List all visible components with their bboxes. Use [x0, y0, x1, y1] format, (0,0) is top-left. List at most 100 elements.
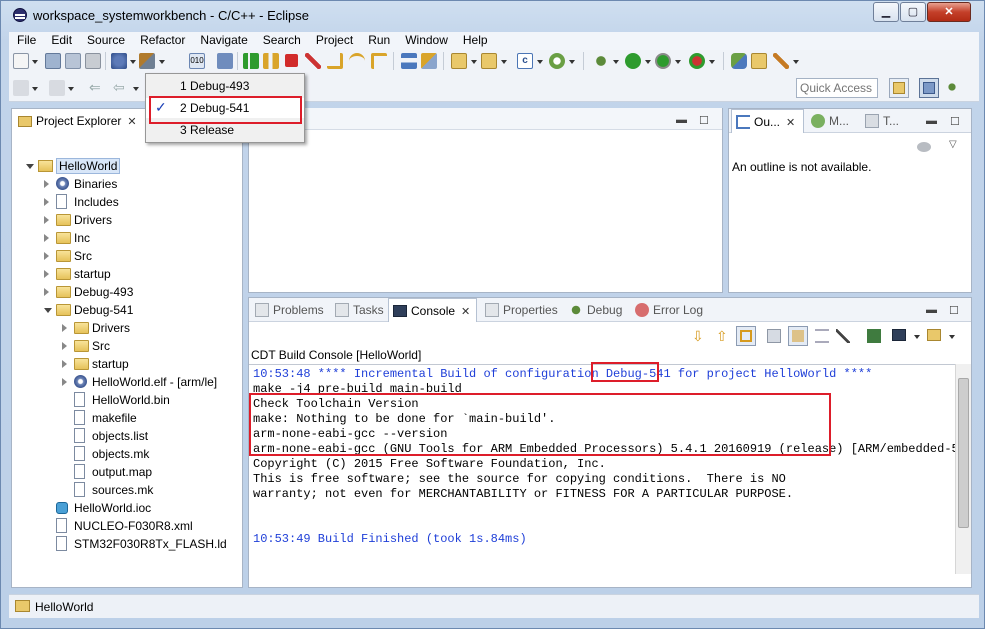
tree-item[interactable]: HelloWorld	[12, 157, 242, 175]
outline-minimize-icon[interactable]: ▬	[926, 115, 937, 127]
outline-maximize-icon[interactable]: ☐	[950, 115, 960, 128]
tree-item[interactable]: Debug-493	[12, 283, 242, 301]
tab-problems[interactable]: Problems	[251, 298, 330, 322]
back-icon[interactable]: ⇦	[113, 80, 129, 96]
tree-item[interactable]: Drivers	[12, 211, 242, 229]
tree-item[interactable]: sources.mk	[12, 481, 242, 499]
tree-item[interactable]: startup	[12, 355, 242, 373]
search-dropdown-icon[interactable]	[793, 60, 799, 64]
editor-maximize-icon[interactable]: ☐	[699, 114, 709, 127]
previous-annotation-dropdown-icon[interactable]	[68, 87, 74, 91]
tab-task-list[interactable]: T...	[861, 109, 905, 133]
new-file-dropdown-icon[interactable]	[569, 60, 575, 64]
expand-arrow-icon[interactable]	[44, 288, 49, 296]
tab-properties[interactable]: Properties	[481, 298, 564, 322]
minimize-button[interactable]: ▁	[873, 2, 899, 22]
back-dropdown-icon[interactable]	[133, 87, 139, 91]
close-tab-icon[interactable]: ✕	[461, 306, 470, 318]
terminate-icon[interactable]	[285, 54, 298, 67]
outline-tool-icon[interactable]	[917, 142, 931, 152]
tree-item[interactable]: Src	[12, 247, 242, 265]
tree-item[interactable]: HelloWorld.elf - [arm/le]	[12, 373, 242, 391]
new-icon[interactable]	[13, 53, 29, 69]
tree-item[interactable]: output.map	[12, 463, 242, 481]
tree-item[interactable]: Includes	[12, 193, 242, 211]
expand-arrow-icon[interactable]	[44, 198, 49, 206]
word-wrap-button[interactable]	[788, 326, 808, 346]
step-into-icon[interactable]	[327, 53, 343, 69]
step-return-icon[interactable]	[371, 53, 387, 69]
previous-annotation-icon[interactable]	[49, 80, 65, 96]
close-tab-icon[interactable]: ✕	[127, 116, 136, 128]
save-icon[interactable]	[45, 53, 61, 69]
new-source-folder-dropdown-icon[interactable]	[501, 60, 507, 64]
new-cproject-dropdown-icon[interactable]	[471, 60, 477, 64]
menu-item-debug-493[interactable]: 1 Debug-493	[146, 76, 304, 96]
expand-arrow-icon[interactable]	[62, 378, 67, 386]
next-annotation-icon[interactable]	[13, 80, 29, 96]
print-icon[interactable]	[85, 53, 101, 69]
tab-project-explorer[interactable]: Project Explorer ✕	[14, 109, 143, 133]
open-console-dropdown-icon[interactable]	[949, 335, 955, 339]
new-file-icon[interactable]	[549, 53, 565, 69]
expand-arrow-icon[interactable]	[62, 324, 67, 332]
view-menu-icon[interactable]: ▽	[949, 139, 957, 150]
tree-item[interactable]: objects.mk	[12, 445, 242, 463]
open-perspective-button[interactable]	[889, 78, 909, 98]
external-tools-icon[interactable]	[689, 53, 705, 69]
new-source-folder-icon[interactable]	[481, 53, 497, 69]
instruction-stepping-icon[interactable]	[401, 53, 417, 69]
suspend-icon[interactable]	[263, 53, 279, 69]
tree-item[interactable]: Debug-541	[12, 301, 242, 319]
debug-bug-icon[interactable]	[593, 53, 609, 69]
collapse-arrow-icon[interactable]	[44, 308, 52, 313]
build-hammer-icon[interactable]	[139, 53, 155, 69]
build-settings-icon[interactable]	[111, 53, 127, 69]
run-configurations-icon[interactable]	[655, 53, 671, 69]
display-console-icon[interactable]	[892, 329, 906, 341]
use-step-filters-icon[interactable]	[421, 53, 437, 69]
open-type-icon[interactable]	[731, 53, 747, 69]
new-cproject-icon[interactable]	[451, 53, 467, 69]
save-all-icon[interactable]	[65, 53, 81, 69]
open-console-new-icon[interactable]	[867, 329, 881, 343]
tree-item[interactable]: HelloWorld.ioc	[12, 499, 242, 517]
console-vertical-scrollbar[interactable]	[955, 364, 971, 574]
menu-refactor[interactable]: Refactor	[132, 32, 192, 47]
collapse-arrow-icon[interactable]	[26, 164, 34, 169]
close-button[interactable]: ✕	[927, 2, 971, 22]
build-settings-dropdown-icon[interactable]	[130, 60, 136, 64]
tree-item[interactable]: objects.list	[12, 427, 242, 445]
menu-search[interactable]: Search	[255, 32, 308, 47]
last-edit-location-icon[interactable]: ⇐	[89, 80, 105, 96]
menu-run[interactable]: Run	[360, 32, 397, 47]
expand-arrow-icon[interactable]	[44, 270, 49, 278]
next-annotation-dropdown-icon[interactable]	[32, 87, 38, 91]
clear-console-icon[interactable]	[815, 329, 829, 343]
menu-source[interactable]: Source	[79, 32, 132, 47]
console-maximize-icon[interactable]: ☐	[949, 304, 959, 317]
tab-make-targets[interactable]: M...	[807, 109, 855, 133]
menu-help[interactable]: Help	[455, 32, 495, 47]
expand-arrow-icon[interactable]	[62, 342, 67, 350]
remove-launch-icon[interactable]	[836, 329, 850, 343]
binary-icon[interactable]: 010	[189, 53, 205, 69]
scroll-up-icon[interactable]: ⇧	[716, 328, 728, 345]
maximize-button[interactable]: ▢	[900, 2, 926, 22]
scroll-thumb[interactable]	[958, 378, 969, 528]
new-class-dropdown-icon[interactable]	[537, 60, 543, 64]
tree-item[interactable]: Src	[12, 337, 242, 355]
build-config-dropdown-icon[interactable]	[159, 60, 165, 64]
tab-debug[interactable]: Debug	[565, 298, 628, 322]
console-minimize-icon[interactable]: ▬	[926, 304, 937, 316]
menu-file[interactable]: File	[9, 32, 43, 47]
debug-tool-icon[interactable]	[217, 53, 233, 69]
step-over-icon[interactable]	[349, 53, 365, 69]
tab-outline[interactable]: Ou... ✕	[731, 109, 804, 133]
pin-console-icon[interactable]	[767, 329, 781, 343]
open-folder-icon[interactable]	[751, 53, 767, 69]
run-icon[interactable]	[625, 53, 641, 69]
disconnect-icon[interactable]	[305, 53, 321, 69]
tree-item[interactable]: startup	[12, 265, 242, 283]
run-dropdown-icon[interactable]	[645, 60, 651, 64]
